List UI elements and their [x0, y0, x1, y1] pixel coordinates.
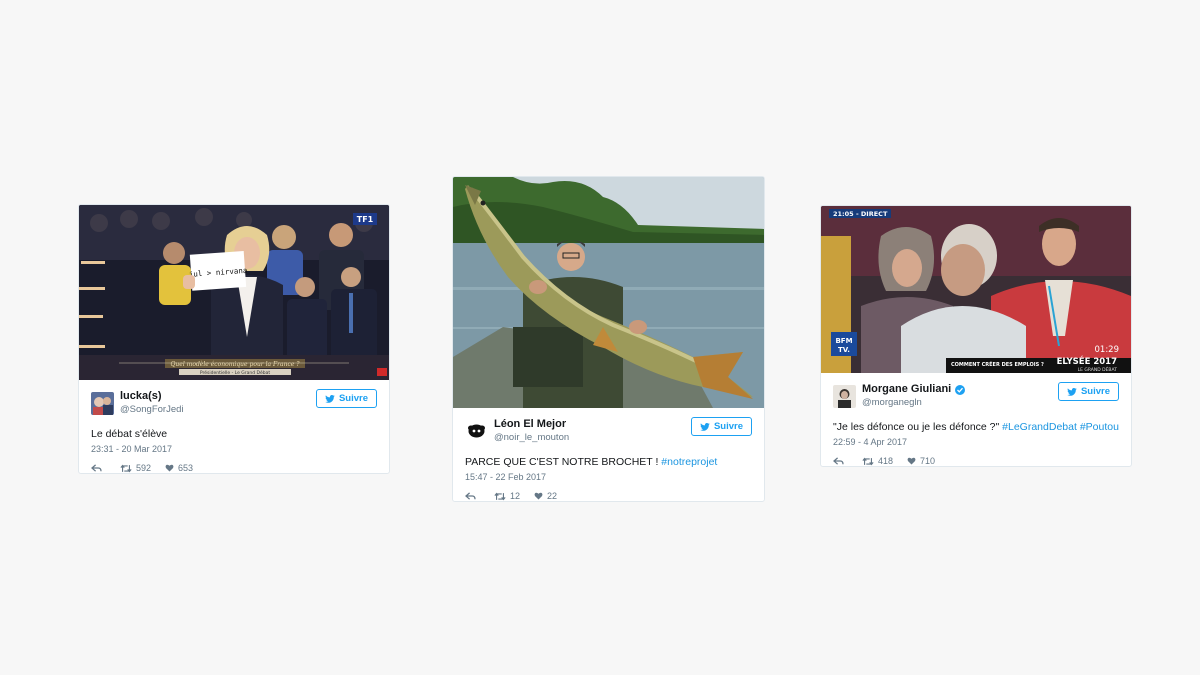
tweet-text: PARCE QUE C'EST NOTRE BROCHET ! #notrepr… [465, 455, 752, 469]
tweet-media-debate[interactable]: jul > nirvana Quel modèle économique pou… [79, 205, 389, 380]
reply-icon [833, 456, 844, 465]
like-button[interactable]: 710 [907, 456, 935, 466]
tweet-date[interactable]: 22:59 - 4 Apr 2017 [833, 437, 1119, 447]
bfm-logo: BFM [835, 337, 852, 345]
tweet-date[interactable]: 23:31 - 20 Mar 2017 [91, 444, 377, 454]
user-handle[interactable]: @morganegln [862, 396, 965, 409]
follow-label: Suivre [1080, 386, 1110, 397]
retweet-icon [120, 464, 132, 472]
user-name[interactable]: lucka(s) [120, 390, 184, 403]
hashtag-link-poutou[interactable]: #Poutou [1080, 421, 1119, 433]
banner-text: Quel modèle économique pour la France ? [170, 361, 300, 368]
like-count: 22 [547, 491, 558, 501]
hashtag-link-grand-debat[interactable]: #LeGrandDebat [1002, 421, 1077, 433]
heart-icon [165, 464, 174, 472]
ticker-text: COMMENT CRÉER DES EMPLOIS ? [951, 360, 1044, 368]
follow-button[interactable]: Suivre [315, 389, 377, 408]
reply-button[interactable] [91, 463, 106, 473]
tf1-logo: TF1 [357, 215, 374, 224]
tweet-text-body: PARCE QUE C'EST NOTRE BROCHET ! [465, 456, 659, 468]
twitter-bird-icon [1067, 387, 1077, 396]
retweet-button[interactable]: 418 [862, 456, 893, 466]
avatar[interactable] [833, 384, 856, 408]
retweet-icon [862, 457, 874, 465]
tweet-card-morgane[interactable]: 21:05 - DIRECT BFM TV. 01:29 COMMENT CRÉ… [820, 205, 1132, 467]
like-count: 653 [178, 463, 194, 473]
live-label: 21:05 - DIRECT [833, 210, 888, 218]
debate-photo: jul > nirvana Quel modèle économique pou… [79, 205, 389, 380]
show-title: ELYSÉE 2017 [1057, 355, 1117, 367]
avatar[interactable] [91, 391, 114, 415]
tv-logo: TV. [838, 346, 850, 354]
follow-label: Suivre [338, 393, 368, 404]
reply-button[interactable] [465, 491, 480, 501]
tweet-text: Le débat s'élève [91, 428, 168, 440]
reply-icon [465, 491, 476, 500]
tweet-text: "Je les défonce ou je les défonce ?" #Le… [833, 420, 1119, 434]
tweet-text-body: "Je les défonce ou je les défonce ?" [833, 421, 1000, 433]
follow-button[interactable]: Suivre [690, 417, 752, 436]
tweet-card-lucka[interactable]: jul > nirvana Quel modèle économique pou… [78, 204, 390, 474]
twitter-bird-icon [700, 422, 710, 431]
pike-photo [453, 177, 764, 408]
twitter-bird-icon [325, 394, 335, 403]
sub-banner-text: Présidentielle - Le Grand Débat [200, 369, 270, 376]
bfm-photo: 21:05 - DIRECT BFM TV. 01:29 COMMENT CRÉ… [821, 206, 1131, 373]
user-name[interactable]: Morgane Giuliani [862, 383, 966, 396]
retweet-count: 418 [878, 456, 894, 466]
follow-label: Suivre [713, 421, 743, 432]
user-name[interactable]: Léon El Mejor [494, 418, 569, 431]
follow-button[interactable]: Suivre [1057, 382, 1119, 401]
retweet-icon [494, 492, 506, 500]
hashtag-link[interactable]: #notreprojet [661, 456, 717, 468]
tweet-date[interactable]: 15:47 - 22 Feb 2017 [465, 472, 752, 482]
clock-label: 01:29 [1095, 345, 1120, 355]
retweet-button[interactable]: 592 [120, 463, 151, 473]
user-name-text: Morgane Giuliani [862, 383, 952, 395]
retweet-button[interactable]: 12 [494, 491, 520, 501]
heart-icon [907, 457, 916, 465]
heart-icon [534, 492, 543, 500]
tweet-media-bfm[interactable]: 21:05 - DIRECT BFM TV. 01:29 COMMENT CRÉ… [821, 206, 1131, 373]
verified-badge-icon [955, 384, 966, 395]
user-handle[interactable]: @noir_le_mouton [494, 431, 569, 444]
reply-button[interactable] [833, 456, 848, 466]
like-button[interactable]: 653 [165, 463, 193, 473]
tweet-media-pike[interactable] [453, 177, 764, 408]
retweet-count: 592 [136, 463, 152, 473]
tweet-card-leon[interactable]: Léon El Mejor @noir_le_mouton Suivre PAR… [452, 176, 765, 502]
avatar[interactable] [465, 419, 488, 443]
like-button[interactable]: 22 [534, 491, 557, 501]
like-count: 710 [920, 456, 936, 466]
retweet-count: 12 [510, 491, 521, 501]
reply-icon [91, 463, 102, 472]
user-handle[interactable]: @SongForJedi [120, 403, 184, 416]
